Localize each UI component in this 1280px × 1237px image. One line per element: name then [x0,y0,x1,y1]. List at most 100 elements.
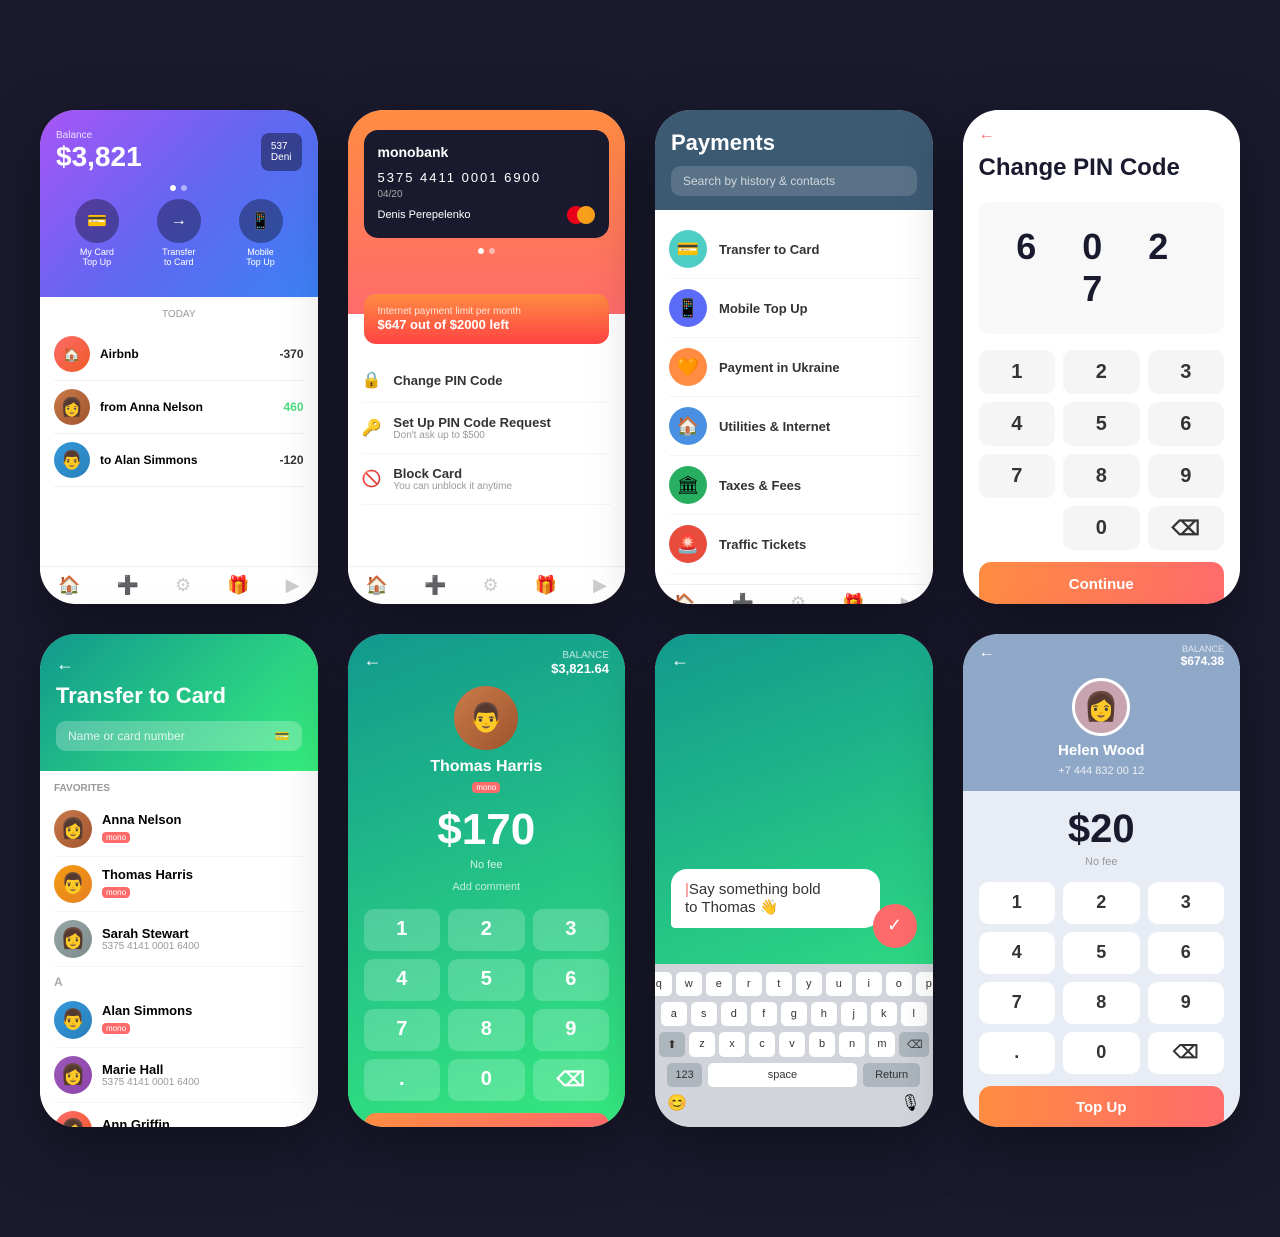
key-6[interactable]: 6 [1148,402,1225,446]
mobile-topup-btn[interactable]: 📱 MobileTop Up [239,199,283,267]
list-item[interactable]: 🏠 Utilities & Internet [669,397,919,456]
list-item[interactable]: 👨 Thomas Harris mono [54,857,304,912]
play-nav-icon[interactable]: ▶ [901,593,915,603]
key-5[interactable]: 5 [448,959,525,1001]
key-4[interactable]: 4 [979,932,1056,974]
key-g[interactable]: g [781,1002,807,1026]
table-row[interactable]: 🏠 Airbnb -370 [54,328,304,381]
key-4[interactable]: 4 [364,959,441,1001]
key-backspace[interactable]: ⌫ [533,1059,610,1101]
list-item[interactable]: 👩 Marie Hall 5375 4141 0001 6400 [54,1048,304,1103]
back-button[interactable]: ← [364,650,382,671]
key-m[interactable]: m [869,1032,895,1057]
list-item[interactable]: 💳 Transfer to Card [669,220,919,279]
emoji-icon[interactable]: 😊 [667,1093,687,1113]
key-o[interactable]: o [886,972,912,996]
key-3[interactable]: 3 [1148,882,1225,924]
add-nav-icon[interactable]: ➕ [116,575,138,596]
key-w[interactable]: w [676,972,702,996]
key-7[interactable]: 7 [979,982,1056,1024]
key-5[interactable]: 5 [1063,402,1140,446]
key-5[interactable]: 5 [1063,932,1140,974]
key-b[interactable]: b [809,1032,835,1057]
change-pin-item[interactable]: 🔒 Change PIN Code [362,358,612,403]
list-item[interactable]: 📱 Mobile Top Up [669,279,919,338]
space-key[interactable]: space [708,1063,857,1087]
home-nav-icon[interactable]: 🏠 [58,575,80,596]
key-y[interactable]: y [796,972,822,996]
home-nav-icon[interactable]: 🏠 [673,593,695,603]
shift-key[interactable]: ⬆ [659,1032,685,1057]
table-row[interactable]: 👩 from Anna Nelson 460 [54,381,304,434]
key-7[interactable]: 7 [979,454,1056,498]
list-item[interactable]: 👨 Alan Simmons mono [54,993,304,1048]
key-6[interactable]: 6 [533,959,610,1001]
key-7[interactable]: 7 [364,1009,441,1051]
back-button[interactable]: ← [56,654,302,675]
key-2[interactable]: 2 [1063,350,1140,394]
backspace-key[interactable]: ⌫ [899,1032,929,1057]
key-1[interactable]: 1 [979,350,1056,394]
key-p[interactable]: p [916,972,933,996]
key-dot[interactable]: . [364,1059,441,1101]
settings-nav-icon[interactable]: ⚙ [482,575,498,596]
key-s[interactable]: s [691,1002,717,1026]
key-i[interactable]: i [856,972,882,996]
list-item[interactable]: 🧡 Payment in Ukraine [669,338,919,397]
card-search-input[interactable]: Name or card number 💳 [56,721,302,751]
transfer-to-card-btn[interactable]: → Transferto Card [157,199,201,267]
key-c[interactable]: c [749,1032,775,1057]
list-item[interactable]: 🏛 Taxes & Fees [669,456,919,515]
add-comment[interactable]: Add comment [452,881,520,893]
gift-nav-icon[interactable]: 🎁 [842,593,864,603]
table-row[interactable]: 👨 to Alan Simmons -120 [54,434,304,487]
key-v[interactable]: v [779,1032,805,1057]
settings-nav-icon[interactable]: ⚙ [175,575,191,596]
key-8[interactable]: 8 [1063,982,1140,1024]
key-d[interactable]: d [721,1002,747,1026]
gift-nav-icon[interactable]: 🎁 [535,575,557,596]
back-button[interactable]: ← [671,650,689,671]
key-z[interactable]: z [689,1032,715,1057]
list-item[interactable]: 👩 Anna Nelson mono [54,802,304,857]
key-e[interactable]: e [706,972,732,996]
setup-pin-item[interactable]: 🔑 Set Up PIN Code Request Don't ask up t… [362,403,612,454]
my-card-topup-btn[interactable]: 💳 My CardTop Up [75,199,119,267]
key-1[interactable]: 1 [979,882,1056,924]
key-x[interactable]: x [719,1032,745,1057]
list-item[interactable]: 👩 Sarah Stewart 5375 4141 0001 6400 [54,912,304,967]
num-key[interactable]: 123 [667,1063,701,1087]
continue-button[interactable]: Continue [979,562,1225,603]
key-dot[interactable]: . [979,1032,1056,1074]
key-backspace[interactable]: ⌫ [1148,506,1225,550]
key-q[interactable]: q [655,972,672,996]
settings-nav-icon[interactable]: ⚙ [790,593,806,603]
gift-nav-icon[interactable]: 🎁 [227,575,249,596]
play-nav-icon[interactable]: ▶ [286,575,300,596]
topup-button[interactable]: Top Up [979,1086,1225,1127]
send-button[interactable]: Send [364,1113,610,1127]
key-f[interactable]: f [751,1002,777,1026]
key-r[interactable]: r [736,972,762,996]
key-n[interactable]: n [839,1032,865,1057]
key-3[interactable]: 3 [1148,350,1225,394]
key-4[interactable]: 4 [979,402,1056,446]
payments-search[interactable]: Search by history & contacts [671,166,917,196]
key-8[interactable]: 8 [448,1009,525,1051]
mic-icon[interactable]: 🎙 [900,1093,920,1113]
block-card-item[interactable]: 🚫 Block Card You can unblock it anytime [362,454,612,505]
key-9[interactable]: 9 [533,1009,610,1051]
key-0[interactable]: 0 [1063,506,1140,550]
send-fab-button[interactable]: ✓ [873,904,917,948]
key-6[interactable]: 6 [1148,932,1225,974]
list-item[interactable]: 👩 Ann Griffin 4149 5567 3328 0287 [54,1103,304,1127]
key-l[interactable]: l [901,1002,927,1026]
return-key[interactable]: Return [863,1063,920,1087]
key-j[interactable]: j [841,1002,867,1026]
play-nav-icon[interactable]: ▶ [593,575,607,596]
key-backspace[interactable]: ⌫ [1148,1032,1225,1074]
add-nav-icon[interactable]: ➕ [424,575,446,596]
key-0[interactable]: 0 [1063,1032,1140,1074]
key-k[interactable]: k [871,1002,897,1026]
key-8[interactable]: 8 [1063,454,1140,498]
